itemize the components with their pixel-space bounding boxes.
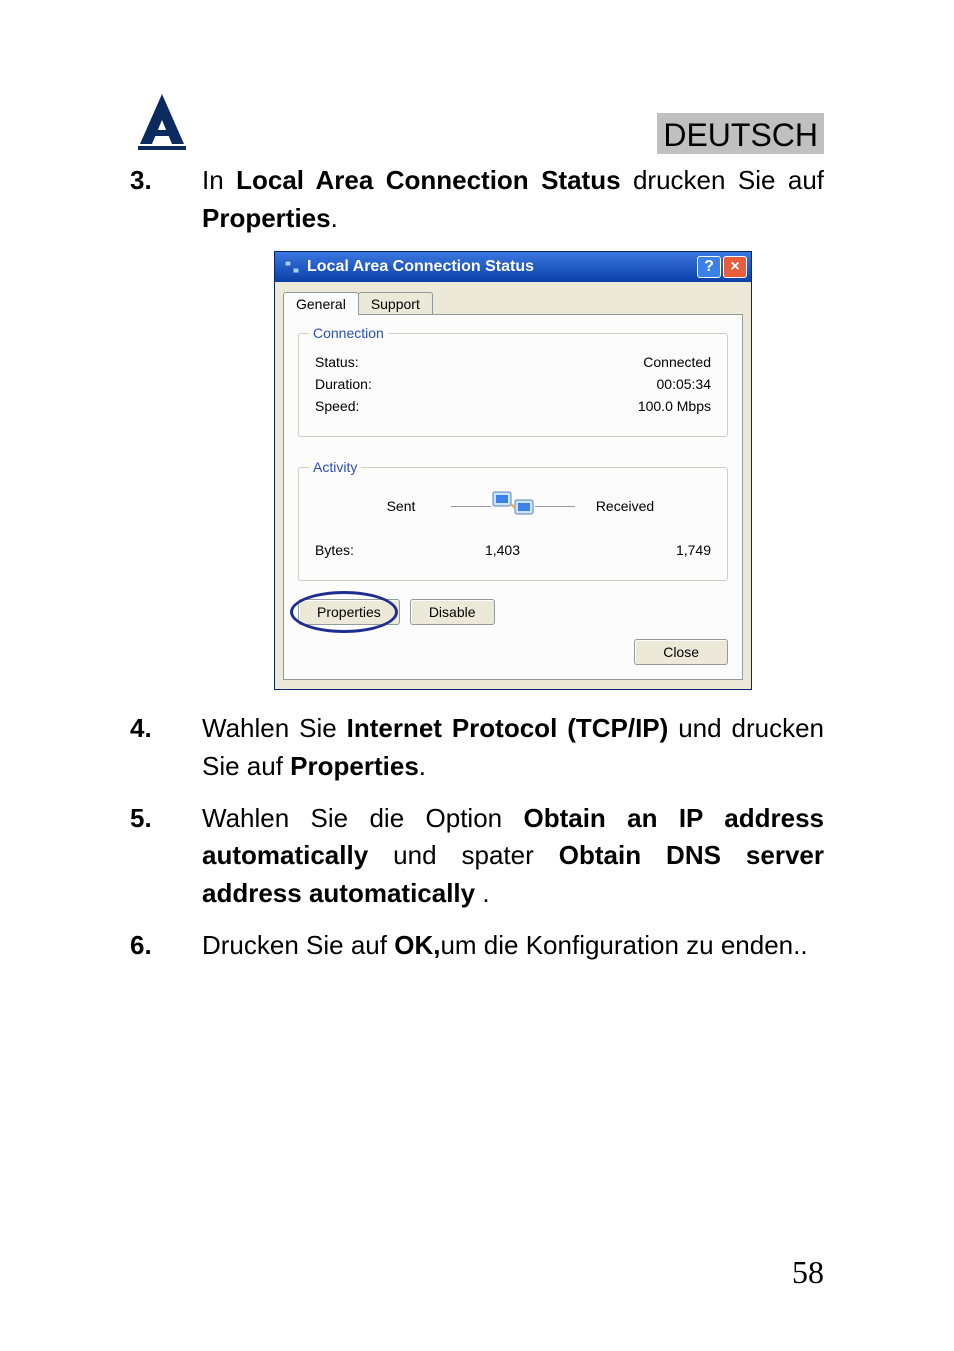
language-label: DEUTSCH <box>657 113 824 154</box>
dialog-titlebar: Local Area Connection Status ? × <box>275 252 751 282</box>
connection-group: Connection Status: Connected Duration: 0… <box>298 333 728 437</box>
step-number: 4. <box>130 710 202 785</box>
line-icon <box>451 506 491 507</box>
step-6: 6. Drucken Sie auf OK,um die Konfigurati… <box>130 927 824 965</box>
bytes-label: Bytes: <box>315 542 354 558</box>
step-text: Drucken Sie auf OK,um die Konfiguration … <box>202 927 824 965</box>
status-value: Connected <box>643 354 711 370</box>
tab-support[interactable]: Support <box>358 292 433 315</box>
step-4: 4. Wahlen Sie Internet Protocol (TCP/IP)… <box>130 710 824 785</box>
page-header: DEUTSCH <box>130 90 824 154</box>
speed-row: Speed: 100.0 Mbps <box>315 398 711 414</box>
step-text: Wahlen Sie die Option Obtain an IP addre… <box>202 800 824 913</box>
dialog-title: Local Area Connection Status <box>307 258 695 276</box>
button-row: Properties Disable <box>298 599 728 625</box>
screenshot-wrap: Local Area Connection Status ? × General… <box>130 251 824 690</box>
duration-row: Duration: 00:05:34 <box>315 376 711 392</box>
speed-value: 100.0 Mbps <box>638 398 711 414</box>
duration-label: Duration: <box>315 376 372 392</box>
tab-strip: General Support <box>275 282 751 315</box>
step-3: 3. In Local Area Connection Status druck… <box>130 162 824 237</box>
step-number: 3. <box>130 162 202 237</box>
step-number: 6. <box>130 927 202 965</box>
bytes-sent-value: 1,403 <box>485 542 520 558</box>
close-button[interactable]: Close <box>634 639 728 665</box>
sent-label: Sent <box>351 498 451 514</box>
line-icon <box>535 506 575 507</box>
group-legend-connection: Connection <box>309 325 388 341</box>
close-icon[interactable]: × <box>723 256 747 278</box>
properties-button[interactable]: Properties <box>298 599 400 625</box>
status-label: Status: <box>315 354 359 370</box>
duration-value: 00:05:34 <box>657 376 712 392</box>
activity-header: Sent Received <box>315 486 711 526</box>
bytes-row: Bytes: 1,403 1,749 <box>315 542 711 558</box>
bytes-received-value: 1,749 <box>676 542 711 558</box>
tab-general[interactable]: General <box>283 292 359 315</box>
step-5: 5. Wahlen Sie die Option Obtain an IP ad… <box>130 800 824 913</box>
tab-panel-general: Connection Status: Connected Duration: 0… <box>283 314 743 680</box>
step-number: 5. <box>130 800 202 913</box>
connection-status-dialog: Local Area Connection Status ? × General… <box>274 251 752 690</box>
help-button-icon[interactable]: ? <box>697 256 721 278</box>
step-text: In Local Area Connection Status drucken … <box>202 162 824 237</box>
close-row: Close <box>298 639 728 665</box>
speed-label: Speed: <box>315 398 359 414</box>
status-row: Status: Connected <box>315 354 711 370</box>
network-icon <box>283 258 301 276</box>
disable-button[interactable]: Disable <box>410 599 495 625</box>
activity-group: Activity Sent Received Bytes: <box>298 467 728 581</box>
group-legend-activity: Activity <box>309 459 361 475</box>
received-label: Received <box>575 498 675 514</box>
logo-icon <box>130 90 194 154</box>
computers-icon <box>491 486 535 526</box>
page-number: 58 <box>792 1254 824 1291</box>
step-text: Wahlen Sie Internet Protocol (TCP/IP) un… <box>202 710 824 785</box>
